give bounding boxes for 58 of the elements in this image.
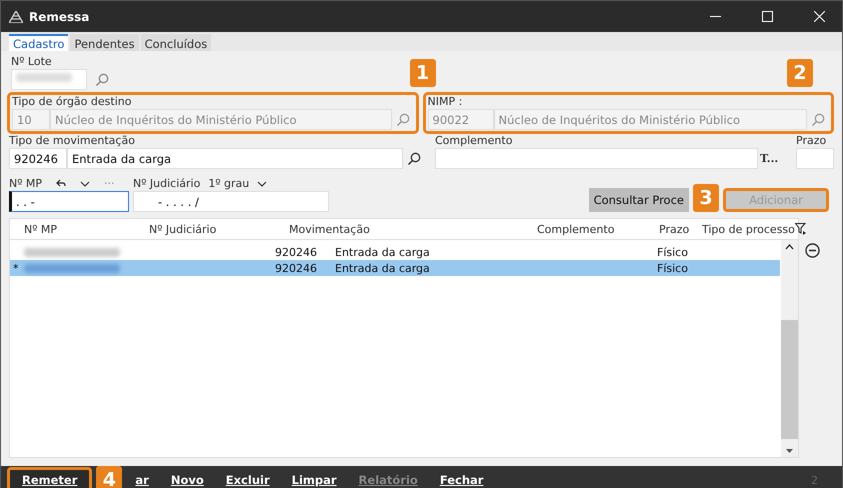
prazo-field[interactable] xyxy=(796,148,834,169)
step-badge: 2 xyxy=(787,59,813,87)
truncated-label: T... xyxy=(759,152,780,165)
column-header[interactable]: Prazo xyxy=(659,222,702,236)
chevron-down-icon[interactable] xyxy=(80,180,90,186)
column-header[interactable]: Movimentação xyxy=(289,222,537,236)
table-cell-text: Físico xyxy=(657,262,689,274)
field-label: Nº MP xyxy=(9,177,42,190)
column-header[interactable]: Tipo de processo xyxy=(702,222,795,236)
step-badge: 3 xyxy=(693,184,719,212)
field-label: Tipo de órgão destino xyxy=(12,95,132,108)
field-label: Complemento xyxy=(435,134,514,147)
chevron-down-icon[interactable] xyxy=(257,180,268,186)
judiciario-field[interactable]: - . . . . / xyxy=(133,191,329,212)
tab[interactable]: Cadastro xyxy=(9,34,68,51)
step-badge: 4 xyxy=(96,466,122,488)
filter-icon[interactable] xyxy=(794,223,807,235)
action-button[interactable]: Remeter xyxy=(7,467,92,488)
action-button[interactable]: Limpar xyxy=(282,467,346,488)
consultar-button[interactable]: Consultar Proce xyxy=(588,188,689,212)
blurred-value xyxy=(16,73,72,82)
table-cell-text: 920246 xyxy=(275,246,318,258)
search-icon[interactable] xyxy=(407,152,421,166)
table-cell-text: Físico xyxy=(657,246,689,258)
window-title: Remessa xyxy=(29,10,90,24)
lote-field[interactable] xyxy=(11,69,87,90)
table-cell-text: 920246 xyxy=(275,262,318,274)
chevron-up-icon[interactable] xyxy=(785,244,794,250)
table-row[interactable]: * 920246 Entrada da carga Físico xyxy=(10,260,780,276)
table-cell-text: Entrada da carga xyxy=(335,246,431,258)
action-button[interactable]: Excluir xyxy=(216,467,279,488)
field-label: Prazo xyxy=(796,134,828,147)
field-label: Nº Lote xyxy=(11,55,53,68)
step-badge: 1 xyxy=(410,59,436,87)
field-label: Nº Judiciário xyxy=(133,177,200,190)
field-label: NIMP : xyxy=(428,95,464,108)
table-cell-text: Entrada da carga xyxy=(335,262,431,274)
scrollbar[interactable] xyxy=(781,240,798,457)
mp-field[interactable]: . . - xyxy=(9,191,129,212)
action-button[interactable]: Fechar xyxy=(430,467,492,488)
tab[interactable]: Pendentes xyxy=(70,34,139,51)
logo-icon xyxy=(9,10,23,22)
tab[interactable]: Concluídos xyxy=(140,34,212,51)
field-label: Tipo de movimentação xyxy=(9,134,136,147)
chevron-down-icon[interactable] xyxy=(786,449,793,453)
grau-label[interactable]: 1º grau xyxy=(208,177,250,190)
action-button[interactable]: Novo xyxy=(162,467,213,488)
column-header[interactable]: Complemento xyxy=(537,222,659,236)
action-button[interactable]: ar xyxy=(126,467,158,488)
column-header[interactable]: Nº Judiciário xyxy=(149,222,289,236)
table-row[interactable]: 920246 Entrada da carga Físico xyxy=(10,244,780,260)
undo-icon[interactable] xyxy=(56,179,66,188)
complemento-field[interactable] xyxy=(435,148,758,169)
row-marker: * xyxy=(12,262,20,274)
code-field[interactable]: 920246 xyxy=(9,148,67,169)
description-field[interactable]: Entrada da carga xyxy=(67,148,403,169)
remove-icon[interactable] xyxy=(805,243,820,258)
column-header[interactable]: Nº MP xyxy=(24,222,149,236)
